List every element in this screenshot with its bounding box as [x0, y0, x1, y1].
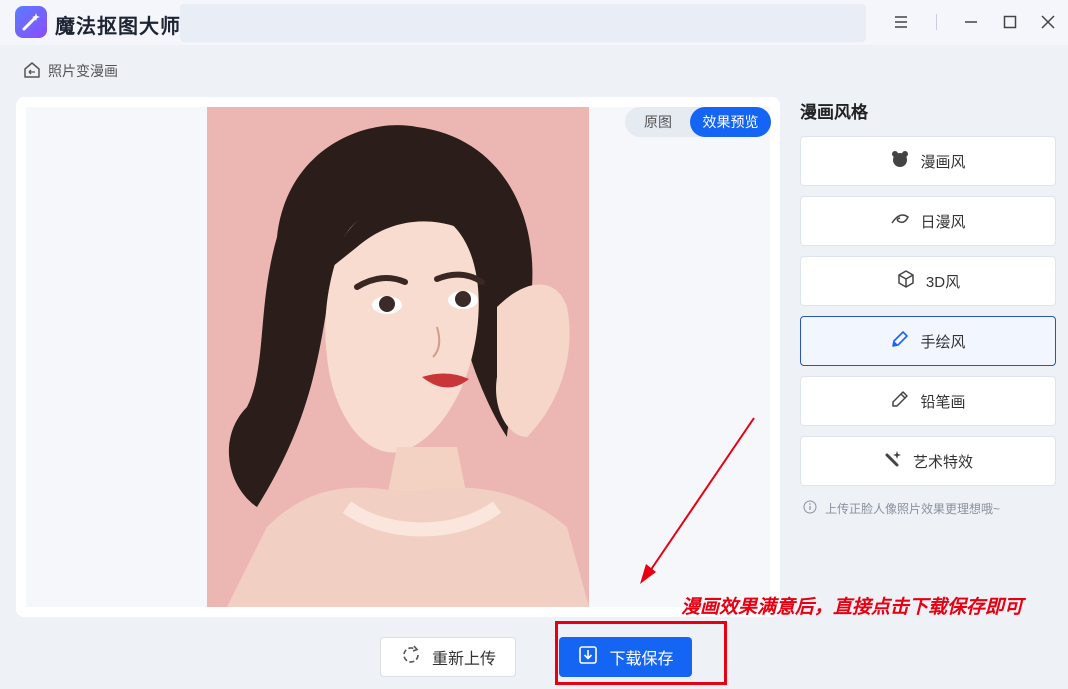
- toggle-effect-preview[interactable]: 效果预览: [690, 107, 771, 137]
- style-option-label: 铅笔画: [920, 393, 966, 411]
- maximize-icon[interactable]: [999, 11, 1021, 33]
- minimize-icon[interactable]: [960, 11, 982, 33]
- annotation-arrow: [640, 417, 755, 584]
- toggle-original[interactable]: 原图: [629, 107, 687, 137]
- annotation-highlight-box: [555, 621, 727, 685]
- info-icon: [803, 500, 817, 517]
- pencil-icon: [890, 389, 910, 413]
- tip-text: 上传正脸人像照片效果更理想哦~: [825, 502, 1001, 516]
- style-option-label: 日漫风: [920, 213, 966, 231]
- reupload-button[interactable]: 重新上传: [380, 637, 516, 677]
- style-option-pencil[interactable]: 铅笔画: [800, 376, 1056, 426]
- style-option-label: 3D风: [925, 273, 961, 291]
- cube-icon: [896, 269, 916, 293]
- window-controls-divider: [936, 14, 937, 30]
- style-option-manga[interactable]: 漫画风: [800, 136, 1056, 186]
- style-option-hand-drawn[interactable]: 手绘风: [800, 316, 1056, 366]
- app-logo-icon: [15, 6, 47, 38]
- style-option-japanese[interactable]: 日漫风: [800, 196, 1056, 246]
- style-option-label: 艺术特效: [912, 453, 973, 471]
- app-title: 魔法抠图大师: [55, 16, 181, 38]
- brush-icon: [890, 329, 910, 353]
- breadcrumb[interactable]: 照片变漫画: [22, 60, 118, 82]
- breadcrumb-label: 照片变漫画: [48, 63, 118, 79]
- menu-icon[interactable]: [890, 11, 912, 33]
- annotation-text: 漫画效果满意后，直接点击下载保存即可: [681, 597, 1024, 618]
- upload-tip: 上传正脸人像照片效果更理想哦~: [803, 500, 1000, 517]
- cartoon-preview-image: [207, 107, 589, 607]
- bear-icon: [890, 149, 910, 173]
- refresh-icon: [400, 644, 422, 671]
- close-icon[interactable]: [1037, 11, 1059, 33]
- style-section-title: 漫画风格: [800, 103, 868, 122]
- reupload-label: 重新上传: [431, 651, 496, 668]
- magic-wand-icon: [883, 449, 903, 473]
- style-option-3d[interactable]: 3D风: [800, 256, 1056, 306]
- style-option-art-effects[interactable]: 艺术特效: [800, 436, 1056, 486]
- home-back-icon[interactable]: [22, 60, 42, 83]
- view-toggle: 原图 效果预览: [625, 107, 771, 137]
- style-option-label: 手绘风: [920, 333, 966, 351]
- title-drag-area[interactable]: [180, 4, 866, 42]
- style-option-label: 漫画风: [920, 153, 966, 171]
- swirl-icon: [890, 209, 910, 233]
- title-bar: 魔法抠图大师: [0, 0, 1068, 45]
